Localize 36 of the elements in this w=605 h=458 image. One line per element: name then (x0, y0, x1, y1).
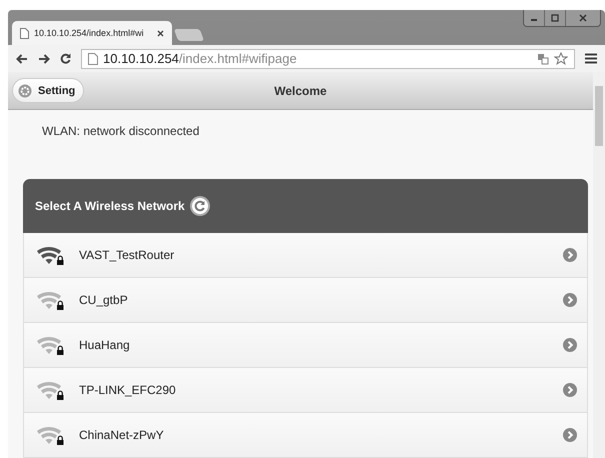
gear-icon (18, 84, 32, 98)
page-icon (88, 52, 98, 64)
url-text: 10.10.10.254/index.html#wifipage (103, 51, 298, 66)
reload-icon[interactable] (60, 53, 71, 64)
scrollbar[interactable] (593, 72, 605, 458)
status-text: WLAN: network disconnected (41, 123, 200, 140)
close-icon[interactable] (157, 30, 164, 36)
browser-tab[interactable]: 10.10.10.254/index.html#wi (12, 21, 172, 45)
network-name: VAST_TestRouter (79, 248, 176, 262)
list-title: Select A Wireless Network (35, 199, 185, 213)
network-item[interactable]: VAST_TestRouter (23, 233, 588, 278)
chevron-icon (563, 383, 577, 397)
chevron-icon (563, 293, 577, 307)
network-item[interactable]: TP-LINK_EFC290 (23, 368, 588, 413)
chevron-icon (563, 428, 577, 442)
network-name: HuaHang (79, 338, 131, 352)
back-icon[interactable] (16, 54, 28, 64)
close-icon (579, 14, 587, 22)
network-name: ChinaNet-zPwY (79, 428, 165, 442)
network-name: TP-LINK_EFC290 (79, 383, 177, 397)
network-item[interactable]: ChinaNet-zPwY (23, 413, 588, 458)
network-name: CU_gtbP (79, 293, 129, 307)
refresh-icon[interactable] (188, 195, 211, 217)
setting-button[interactable]: Setting (12, 78, 84, 103)
maximize-icon (551, 14, 559, 22)
menu-icon[interactable] (585, 53, 597, 64)
chevron-icon (563, 338, 577, 352)
forward-icon[interactable] (38, 54, 50, 64)
page-icon (20, 28, 29, 38)
page-title: Welcome (274, 84, 327, 98)
address-bar[interactable]: 10.10.10.254/index.html#wifipage (81, 48, 575, 68)
star-icon[interactable] (554, 52, 568, 66)
network-item[interactable]: HuaHang (23, 323, 588, 368)
network-item[interactable]: CU_gtbP (23, 278, 588, 323)
translate-icon[interactable] (537, 52, 549, 64)
chevron-icon (563, 248, 577, 262)
